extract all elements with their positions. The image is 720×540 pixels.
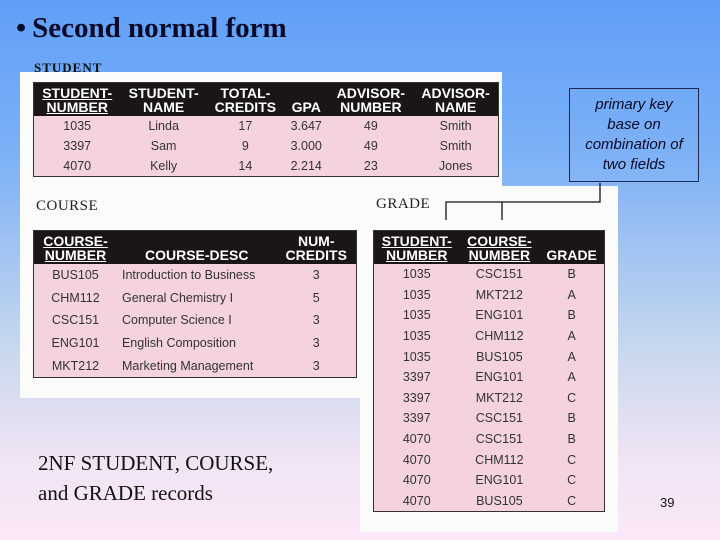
note-line: two fields (602, 156, 666, 173)
slide-caption: 2NF STUDENT, COURSE, and GRADE records (38, 448, 273, 508)
note-line: base on (607, 116, 661, 133)
primary-key-note: primary key base on combination of two f… (569, 88, 699, 182)
caption-line: 2NF STUDENT, COURSE, (38, 451, 274, 475)
note-line: primary key (595, 96, 673, 113)
caption-line: and GRADE records (38, 481, 213, 505)
note-line: combination of (585, 136, 683, 153)
connector-line (445, 183, 601, 220)
page-number: 39 (660, 495, 675, 510)
